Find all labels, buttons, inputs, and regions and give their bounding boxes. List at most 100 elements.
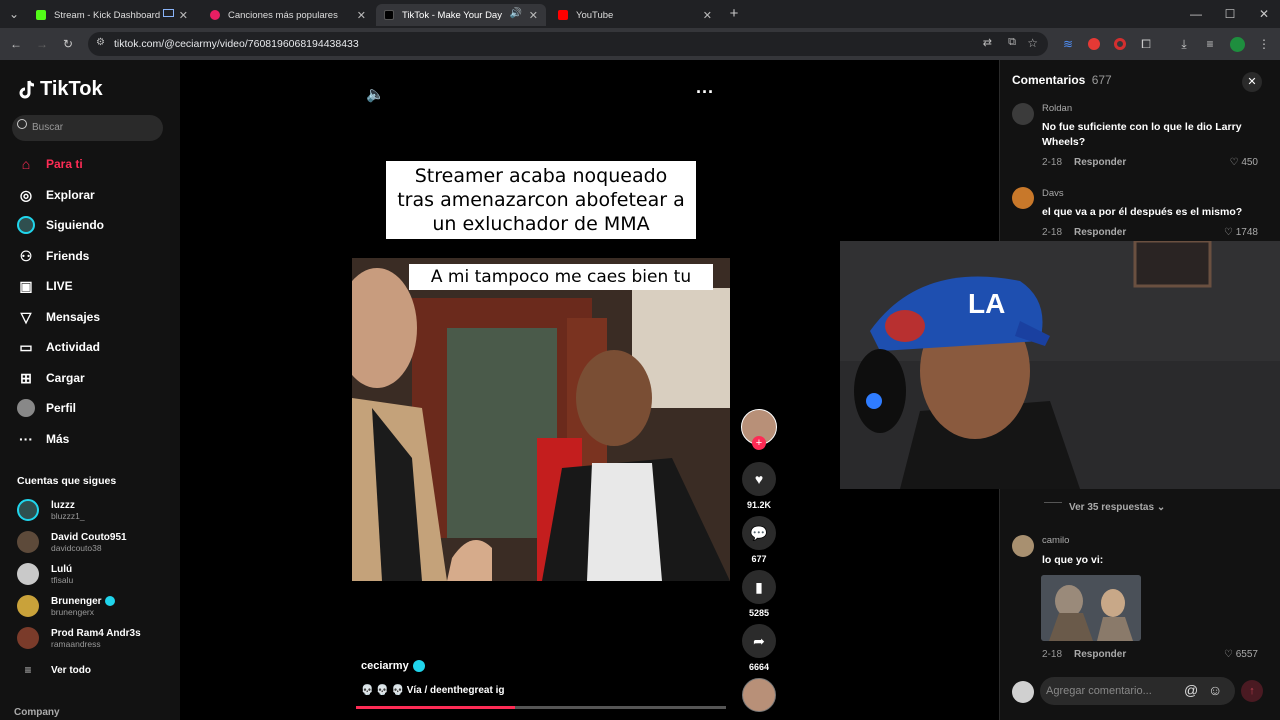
like-button[interactable]: ♥ xyxy=(742,462,776,496)
site-info-icon[interactable]: ⚙ xyxy=(96,37,105,48)
search-input[interactable]: Buscar xyxy=(12,115,163,141)
close-tab-icon[interactable]: ✕ xyxy=(529,9,538,22)
forward-icon[interactable]: → xyxy=(34,36,50,52)
nav-activity[interactable]: ▭ Actividad xyxy=(16,336,100,358)
webcam-feed-image: LA xyxy=(840,241,1280,489)
video-author[interactable]: ceciarmy xyxy=(361,660,425,672)
nav-for-you[interactable]: ⌂ Para ti xyxy=(16,153,83,175)
post-comment-button[interactable]: ↑ xyxy=(1241,680,1263,702)
more-options-icon[interactable]: ··· xyxy=(696,82,714,103)
followed-account[interactable]: Prod Ram4 Andr3s ramaandress xyxy=(17,625,141,651)
comment-input[interactable]: Agregar comentario... @ ☺ xyxy=(1040,677,1235,705)
profile-icon xyxy=(16,398,36,418)
video-progress-bar[interactable] xyxy=(356,706,726,709)
video-title-caption: Streamer acaba noqueado tras amenazarcon… xyxy=(386,161,696,239)
comment-username[interactable]: Davs xyxy=(1042,188,1064,199)
share-count: 6664 xyxy=(748,662,770,672)
extensions-icon[interactable]: ⧠ xyxy=(1138,36,1154,52)
account-handle: brunengerx xyxy=(51,606,95,617)
volume-icon[interactable]: 🔈 xyxy=(366,85,385,103)
comment-meta: 2-18 Responder xyxy=(1042,649,1126,660)
download-icon[interactable]: ⤓ xyxy=(1176,36,1192,52)
followed-account[interactable]: David Couto951 davidcouto38 xyxy=(17,529,127,555)
comment-date: 2-18 xyxy=(1042,227,1063,238)
follow-plus-icon[interactable]: + xyxy=(752,436,766,450)
nav-explore[interactable]: ◎ Explorar xyxy=(16,184,95,206)
comment-username[interactable]: Roldan xyxy=(1042,103,1072,114)
video-player[interactable]: A mi tampoco me caes bien tu xyxy=(352,258,730,581)
nav-label: Más xyxy=(46,432,70,446)
live-icon: ▣ xyxy=(19,277,33,294)
reply-button[interactable]: Responder xyxy=(1074,227,1126,238)
tiktok-logo[interactable]: TikTok xyxy=(18,78,103,101)
close-window-icon[interactable]: ✕ xyxy=(1256,6,1272,22)
browser-toolbar: ← → ↻ ⚙ tiktok.com/@ceciarmy/video/76081… xyxy=(0,28,1280,60)
nav-following[interactable]: Siguiendo xyxy=(16,214,104,236)
reload-icon[interactable]: ↻ xyxy=(60,36,76,52)
company-link[interactable]: Company xyxy=(14,707,60,718)
nav-friends[interactable]: ⚇ Friends xyxy=(16,245,90,267)
extension-red-icon[interactable] xyxy=(1088,38,1100,50)
reply-button[interactable]: Responder xyxy=(1074,649,1126,660)
close-comments-icon[interactable]: ✕ xyxy=(1242,72,1262,92)
see-all-label: Ver todo xyxy=(51,664,92,676)
maximize-icon[interactable]: ☐ xyxy=(1222,6,1238,22)
nav-messages[interactable]: ▽ Mensajes xyxy=(16,306,100,328)
music-favicon-icon xyxy=(210,10,220,20)
followed-account[interactable]: Lulú tfisalu xyxy=(17,561,73,587)
close-tab-icon[interactable]: ✕ xyxy=(357,9,366,22)
translate-icon[interactable]: ⇄ xyxy=(983,36,992,49)
avatar[interactable] xyxy=(1012,535,1034,557)
minimize-icon[interactable]: — xyxy=(1188,6,1204,22)
tab-songs[interactable]: Canciones más populares ✕ xyxy=(202,4,374,26)
nav-more[interactable]: ··· Más xyxy=(16,428,69,450)
kick-favicon-icon xyxy=(36,10,46,20)
comment-like[interactable]: ♡ 6557 xyxy=(1224,649,1258,660)
friends-icon: ⚇ xyxy=(19,247,33,264)
comment-username[interactable]: camilo xyxy=(1042,535,1069,546)
comment-button[interactable]: 💬 xyxy=(742,516,776,550)
extension-wave-icon[interactable]: ≋ xyxy=(1060,36,1076,52)
address-bar[interactable]: ⚙ tiktok.com/@ceciarmy/video/76081960681… xyxy=(88,32,1048,56)
following-icon xyxy=(16,215,36,235)
comment-date: 2-18 xyxy=(1042,649,1063,660)
menu-dots-icon[interactable]: ⋮ xyxy=(1256,36,1272,52)
save-button[interactable]: ▮ xyxy=(742,570,776,604)
music-disc-avatar[interactable] xyxy=(742,678,776,712)
tab-title: Canciones más populares xyxy=(228,9,338,21)
comment-like[interactable]: ♡ 450 xyxy=(1230,157,1258,168)
see-all-link[interactable]: ≡ Ver todo xyxy=(17,657,91,683)
mention-icon[interactable]: @ xyxy=(1184,682,1198,698)
account-name: Lulú xyxy=(51,563,73,575)
tab-tiktok[interactable]: TikTok - Make Your Day 🔊 ✕ xyxy=(376,4,546,26)
comment-icon: 💬 xyxy=(750,524,768,541)
tab-audio-icon[interactable]: 🔊 xyxy=(510,8,522,19)
bookmark-star-icon[interactable]: ☆ xyxy=(1027,36,1038,50)
media-control-icon[interactable]: ≡ xyxy=(1202,36,1218,52)
reply-button[interactable]: Responder xyxy=(1074,157,1126,168)
comment-image[interactable] xyxy=(1041,575,1141,641)
emoji-icon[interactable]: ☺ xyxy=(1208,682,1222,698)
comment-date: 2-18 xyxy=(1042,157,1063,168)
close-tab-icon[interactable]: ✕ xyxy=(179,9,188,22)
logo-text: TikTok xyxy=(40,78,103,100)
nav-live[interactable]: ▣ LIVE xyxy=(16,275,72,297)
share-button[interactable]: ➦ xyxy=(742,624,776,658)
record-icon[interactable] xyxy=(1114,38,1126,50)
avatar[interactable] xyxy=(1012,187,1034,209)
nav-upload[interactable]: ⊞ Cargar xyxy=(16,367,85,389)
close-tab-icon[interactable]: ✕ xyxy=(703,9,712,22)
view-replies-button[interactable]: Ver 35 respuestas ⌄ xyxy=(1069,502,1165,513)
nav-profile[interactable]: Perfil xyxy=(16,397,76,419)
followed-account[interactable]: Brunenger brunengerx xyxy=(17,593,115,619)
followed-account[interactable]: luzzz bluzzz1_ xyxy=(17,497,85,523)
install-app-icon[interactable]: ⧉ xyxy=(1008,36,1016,49)
back-icon[interactable]: ← xyxy=(8,36,24,52)
tab-list-icon[interactable]: ⌄ xyxy=(6,6,22,22)
new-tab-icon[interactable]: + xyxy=(726,6,742,22)
comment-like[interactable]: ♡ 1748 xyxy=(1224,227,1258,238)
tab-youtube[interactable]: YouTube ✕ xyxy=(550,4,720,26)
avatar[interactable] xyxy=(1012,103,1034,125)
profile-avatar-icon[interactable] xyxy=(1230,37,1245,52)
comment-text: lo que yo vi: xyxy=(1042,554,1104,566)
